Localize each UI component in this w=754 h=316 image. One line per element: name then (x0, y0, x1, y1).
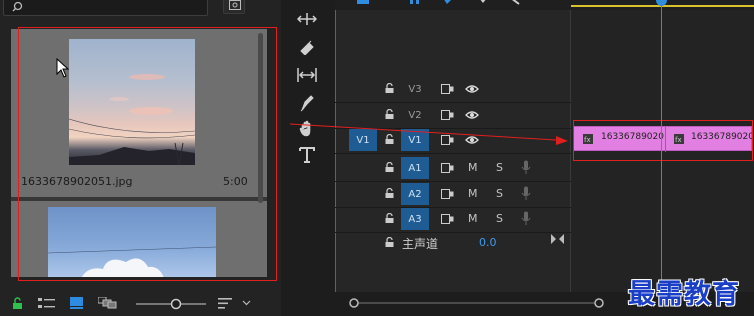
scroll-handle-right[interactable] (593, 297, 605, 309)
scroll-handle-left[interactable] (348, 297, 360, 309)
annotation-arrow (289, 123, 568, 145)
watermark: 最需教育 (628, 279, 740, 310)
